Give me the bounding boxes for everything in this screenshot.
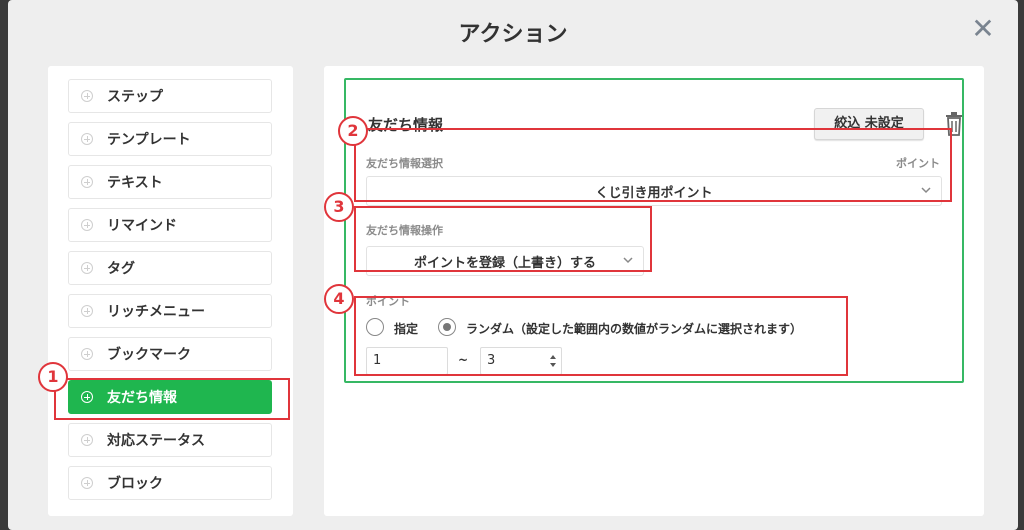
plus-circle-icon: [81, 176, 93, 188]
menu-item-label: ステップ: [107, 89, 163, 105]
menu-item-status[interactable]: 対応ステータス: [68, 423, 272, 457]
menu-item-step[interactable]: ステップ: [68, 79, 272, 113]
menu-item-label: テンプレート: [107, 132, 191, 148]
plus-circle-icon: [81, 133, 93, 145]
menu-item-label: タグ: [107, 261, 135, 277]
menu-item-block[interactable]: ブロック: [68, 466, 272, 500]
plus-circle-icon: [81, 348, 93, 360]
plus-circle-icon: [81, 262, 93, 274]
plus-circle-icon: [81, 477, 93, 489]
menu-item-template[interactable]: テンプレート: [68, 122, 272, 156]
modal-title: アクション: [458, 22, 568, 47]
plus-circle-icon: [81, 219, 93, 231]
plus-circle-icon: [81, 305, 93, 317]
annotation-badge-3: 3: [324, 192, 354, 222]
annotation-box-2: [354, 128, 952, 202]
menu-item-label: 対応ステータス: [107, 433, 205, 449]
menu-item-label: ブロック: [107, 476, 163, 492]
plus-circle-icon: [81, 434, 93, 446]
menu-item-label: テキスト: [107, 175, 163, 191]
menu-item-label: リマインド: [107, 218, 177, 234]
annotation-badge-1: 1: [38, 362, 68, 392]
menu-item-text[interactable]: テキスト: [68, 165, 272, 199]
annotation-box-3: [354, 206, 652, 272]
annotation-badge-4: 4: [324, 284, 354, 314]
menu-item-label: リッチメニュー: [107, 304, 205, 320]
annotation-box-4: [354, 296, 848, 376]
close-icon[interactable]: ✕: [968, 14, 998, 44]
action-type-list: ステップ テンプレート テキスト リマインド タグ リッチメニュー ブックマーク: [48, 66, 293, 516]
annotation-badge-2: 2: [338, 116, 368, 146]
menu-item-bookmark[interactable]: ブックマーク: [68, 337, 272, 371]
menu-item-rich-menu[interactable]: リッチメニュー: [68, 294, 272, 328]
action-modal: アクション ✕ ステップ テンプレート テキスト リマインド タグ リッチメニュ…: [8, 0, 1018, 530]
menu-item-tag[interactable]: タグ: [68, 251, 272, 285]
plus-circle-icon: [81, 90, 93, 102]
menu-item-remind[interactable]: リマインド: [68, 208, 272, 242]
menu-item-label: ブックマーク: [107, 347, 191, 363]
annotation-box-1: [54, 378, 290, 420]
